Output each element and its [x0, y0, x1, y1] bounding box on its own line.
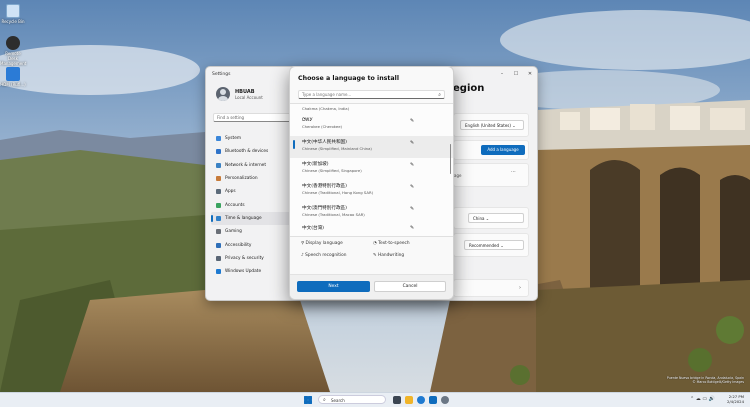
edge-browser-icon[interactable]: [417, 396, 425, 404]
related-card[interactable]: [453, 279, 529, 297]
handwriting-icon: ✎: [410, 225, 415, 231]
windows-logo-tile: [304, 400, 308, 404]
start-button[interactable]: [304, 396, 312, 404]
desktop-icon-label: HDM (Rufl...): [0, 82, 26, 87]
language-row-selected[interactable]: 中文(中华人民共和国) Chinese (Simplified, Mainlan…: [290, 136, 453, 158]
next-button[interactable]: Next: [297, 281, 370, 292]
store-icon[interactable]: [429, 396, 437, 404]
nav-item-windows-update[interactable]: Windows Update: [211, 265, 295, 278]
handwriting-icon: ✎: [410, 118, 415, 124]
regional-format-select[interactable]: Recommended ⌄: [464, 240, 524, 250]
app-shortcut-icon: [6, 67, 20, 81]
page-title: egion: [453, 83, 485, 94]
taskbar: ⌕ Search ⌃ ☁ ▭ 🔊 2:27 PM 2/4/2024: [0, 392, 750, 407]
windows-display-language-select[interactable]: English (United States) ⌄: [460, 120, 524, 130]
search-icon: ⌕: [438, 92, 441, 98]
handwriting-icon: ✎: [410, 184, 415, 190]
dialog-footer: Next Cancel: [290, 274, 453, 299]
language-row[interactable]: 中文(新加坡) Chinese (Simplified, Singapore) …: [290, 158, 453, 180]
country-select[interactable]: China ⌄: [468, 213, 524, 223]
bluetooth-icon: [216, 149, 221, 155]
settings-gear-icon[interactable]: [441, 396, 449, 404]
nav-item-accounts[interactable]: Accounts: [211, 198, 295, 211]
list-scrollbar[interactable]: [449, 144, 451, 174]
accessibility-icon: [216, 242, 221, 248]
window-title: Settings: [212, 71, 231, 77]
remote-desktop-icon: [6, 36, 20, 50]
apps-icon: [216, 189, 221, 195]
shield-icon: [216, 255, 221, 261]
language-row[interactable]: Chakma (Chakma, India): [290, 104, 453, 114]
cancel-button[interactable]: Cancel: [374, 281, 446, 292]
system-icon: [216, 136, 221, 142]
chevron-right-icon: ›: [519, 285, 521, 291]
accounts-icon: [216, 202, 221, 208]
add-language-button[interactable]: Add a language: [481, 145, 525, 155]
desktop-icon-label: Remote Desk Management: [0, 51, 27, 66]
desktop-icon-label: Recycle Bin: [1, 19, 25, 24]
taskbar-search[interactable]: ⌕ Search: [318, 395, 386, 404]
desktop-icon-app[interactable]: HDM (Rufl...): [0, 67, 26, 87]
language-list[interactable]: Chakma (Chakma, India) ᏣᎳᎩ Cherokee (Che…: [290, 103, 453, 237]
legend-text-to-speech: ◔ Text-to-speech: [373, 241, 410, 246]
gaming-icon: [216, 229, 221, 235]
legend-handwriting: ✎ Handwriting: [373, 253, 405, 258]
nav-item-system[interactable]: System: [211, 132, 295, 145]
language-row[interactable]: 中文(香港特別行政區) Chinese (Traditional, Hong K…: [290, 180, 453, 202]
windows-logo-tile: [308, 400, 312, 404]
handwriting-icon: ✎: [410, 162, 415, 168]
windows-logo-tile: [304, 396, 308, 400]
avatar: [216, 87, 230, 101]
legend-display-language: ⚲ Display language: [301, 241, 343, 246]
nav-item-network[interactable]: Network & internet: [211, 159, 295, 172]
nav-item-accessibility[interactable]: Accessibility: [211, 238, 295, 251]
handwriting-icon: ✎: [373, 253, 377, 258]
windows-logo-tile: [308, 396, 312, 400]
nav-item-privacy[interactable]: Privacy & security: [211, 252, 295, 265]
language-row[interactable]: ᏣᎳᎩ Cherokee (Cherokee) ✎: [290, 114, 453, 136]
language-entry-text: age: [454, 173, 462, 178]
handwriting-icon: ✎: [410, 206, 415, 212]
update-icon: [216, 269, 221, 275]
globe-clock-icon: [216, 215, 221, 221]
more-options-button[interactable]: ···: [511, 169, 516, 175]
language-row[interactable]: 中文(澳門特別行政區) Chinese (Traditional, Macao …: [290, 202, 453, 224]
display-language-icon: ⚲: [301, 241, 305, 246]
file-explorer-icon[interactable]: [405, 396, 413, 404]
language-row[interactable]: 中文(台灣) ✎: [290, 224, 453, 236]
network-icon: [216, 162, 221, 168]
system-tray-icons[interactable]: ⌃ ☁ ▭ 🔊: [690, 396, 715, 402]
handwriting-icon: ✎: [410, 140, 415, 146]
find-setting-input[interactable]: Find a setting: [213, 113, 293, 122]
close-button[interactable]: ✕: [523, 71, 537, 77]
task-view-icon[interactable]: [393, 396, 401, 404]
nav-item-gaming[interactable]: Gaming: [211, 225, 295, 238]
choose-language-dialog: Choose a language to install Type a lang…: [289, 66, 454, 300]
user-profile[interactable]: HBUAB Local Account: [216, 87, 263, 101]
microphone-icon: ♪: [301, 253, 304, 258]
language-entry-card: [453, 163, 529, 187]
desktop-icon-remote-desk[interactable]: Remote Desk Management: [0, 36, 26, 66]
recycle-bin-icon: [6, 4, 20, 18]
language-search-input[interactable]: Type a language name... ⌕: [298, 90, 445, 99]
legend-speech-recognition: ♪ Speech recognition: [301, 253, 347, 258]
settings-nav: System Bluetooth & devices Network & int…: [211, 132, 295, 278]
brush-icon: [216, 176, 221, 182]
minimize-button[interactable]: –: [495, 71, 509, 77]
maximize-button[interactable]: ☐: [509, 71, 523, 77]
clock[interactable]: 2:27 PM 2/4/2024: [727, 394, 744, 404]
nav-item-time-language[interactable]: Time & language: [211, 211, 295, 226]
search-icon: ⌕: [323, 397, 326, 403]
desktop-icon-recycle-bin[interactable]: Recycle Bin: [0, 4, 26, 24]
nav-item-bluetooth[interactable]: Bluetooth & devices: [211, 145, 295, 158]
nav-item-personalization[interactable]: Personalization: [211, 172, 295, 185]
user-type: Local Account: [235, 94, 263, 100]
wallpaper-info[interactable]: Puente Nuevo bridge in Ronda, Andalucía,…: [628, 376, 744, 384]
nav-item-apps[interactable]: Apps: [211, 185, 295, 198]
speech-icon: ◔: [373, 241, 377, 246]
dialog-title: Choose a language to install: [298, 75, 400, 82]
